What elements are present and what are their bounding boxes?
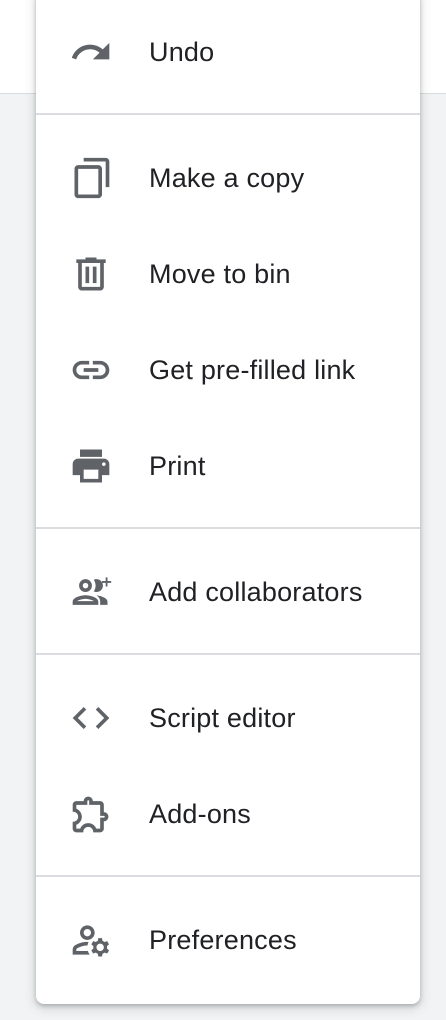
menu-item-undo[interactable]: Undo [36, 4, 420, 100]
menu-item-script-editor[interactable]: Script editor [36, 670, 420, 766]
person-settings-icon [69, 918, 113, 962]
menu-item-add-ons[interactable]: Add-ons [36, 766, 420, 862]
more-options-menu: Undo Make a copy Move to bin Get pre-fil… [36, 0, 420, 1004]
menu-item-label: Undo [149, 36, 215, 67]
menu-item-move-to-bin[interactable]: Move to bin [36, 226, 420, 322]
menu-item-get-pre-filled-link[interactable]: Get pre-filled link [36, 322, 420, 418]
menu-divider [36, 527, 420, 529]
menu-item-label: Make a copy [149, 162, 305, 193]
menu-item-add-collaborators[interactable]: Add collaborators [36, 544, 420, 640]
menu-divider [36, 875, 420, 877]
menu-divider [36, 653, 420, 655]
menu-item-label: Add-ons [149, 798, 251, 829]
menu-item-label: Move to bin [149, 258, 291, 289]
menu-item-label: Print [149, 450, 206, 481]
menu-item-make-a-copy[interactable]: Make a copy [36, 130, 420, 226]
menu-item-label: Get pre-filled link [149, 354, 356, 385]
puzzle-icon [69, 792, 113, 836]
menu-divider [36, 113, 420, 115]
link-icon [69, 348, 113, 392]
undo-icon [69, 30, 113, 74]
printer-icon [69, 444, 113, 488]
menu-item-label: Preferences [149, 924, 297, 955]
code-icon [69, 696, 113, 740]
add-people-icon [69, 570, 113, 614]
menu-item-label: Add collaborators [149, 576, 363, 607]
copy-icon [69, 156, 113, 200]
trash-icon [69, 252, 113, 296]
menu-item-print[interactable]: Print [36, 418, 420, 514]
menu-item-preferences[interactable]: Preferences [36, 892, 420, 988]
menu-item-label: Script editor [149, 702, 296, 733]
